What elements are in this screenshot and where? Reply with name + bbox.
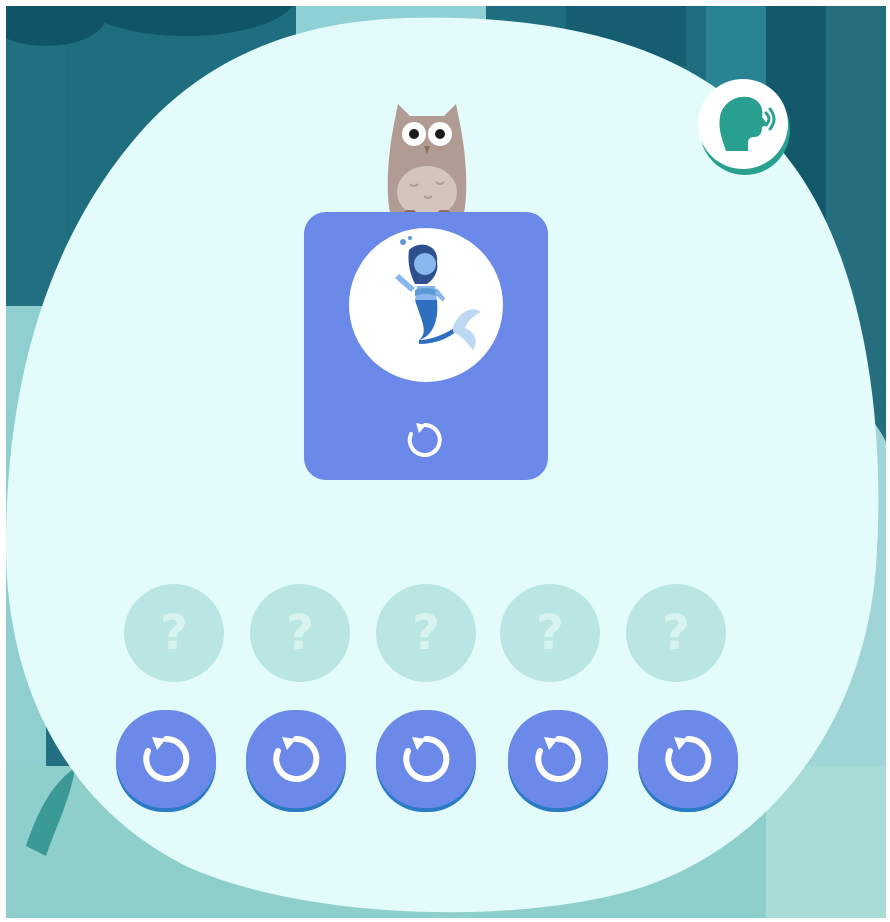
replay-icon	[143, 735, 190, 782]
choice-button-2[interactable]	[246, 710, 346, 808]
choice-button-1[interactable]	[116, 710, 216, 808]
replay-icon	[403, 735, 450, 782]
choice-button-3[interactable]	[376, 710, 476, 808]
answer-slot-5: ?	[626, 584, 726, 682]
mermaid-icon	[395, 236, 481, 350]
prompt-card	[304, 212, 548, 480]
question-mark: ?	[286, 605, 314, 661]
question-mark: ?	[536, 605, 564, 661]
replay-icon[interactable]	[402, 417, 448, 463]
answer-slot-2: ?	[250, 584, 350, 682]
speak-button[interactable]	[698, 79, 792, 183]
replay-icon	[535, 735, 582, 782]
answer-slot-1: ?	[124, 584, 224, 682]
answer-slot-4: ?	[500, 584, 600, 682]
prompt-image	[349, 228, 503, 382]
question-mark: ?	[662, 605, 690, 661]
question-mark: ?	[412, 605, 440, 661]
speaking-head-icon	[719, 96, 776, 151]
question-mark: ?	[160, 605, 188, 661]
replay-icon	[665, 735, 712, 782]
replay-icon	[273, 735, 320, 782]
answer-slot-3: ?	[376, 584, 476, 682]
game-frame: ? ? ? ? ?	[6, 6, 886, 918]
owl-icon	[387, 104, 467, 222]
choice-button-4[interactable]	[508, 710, 608, 808]
choice-button-5[interactable]	[638, 710, 738, 808]
